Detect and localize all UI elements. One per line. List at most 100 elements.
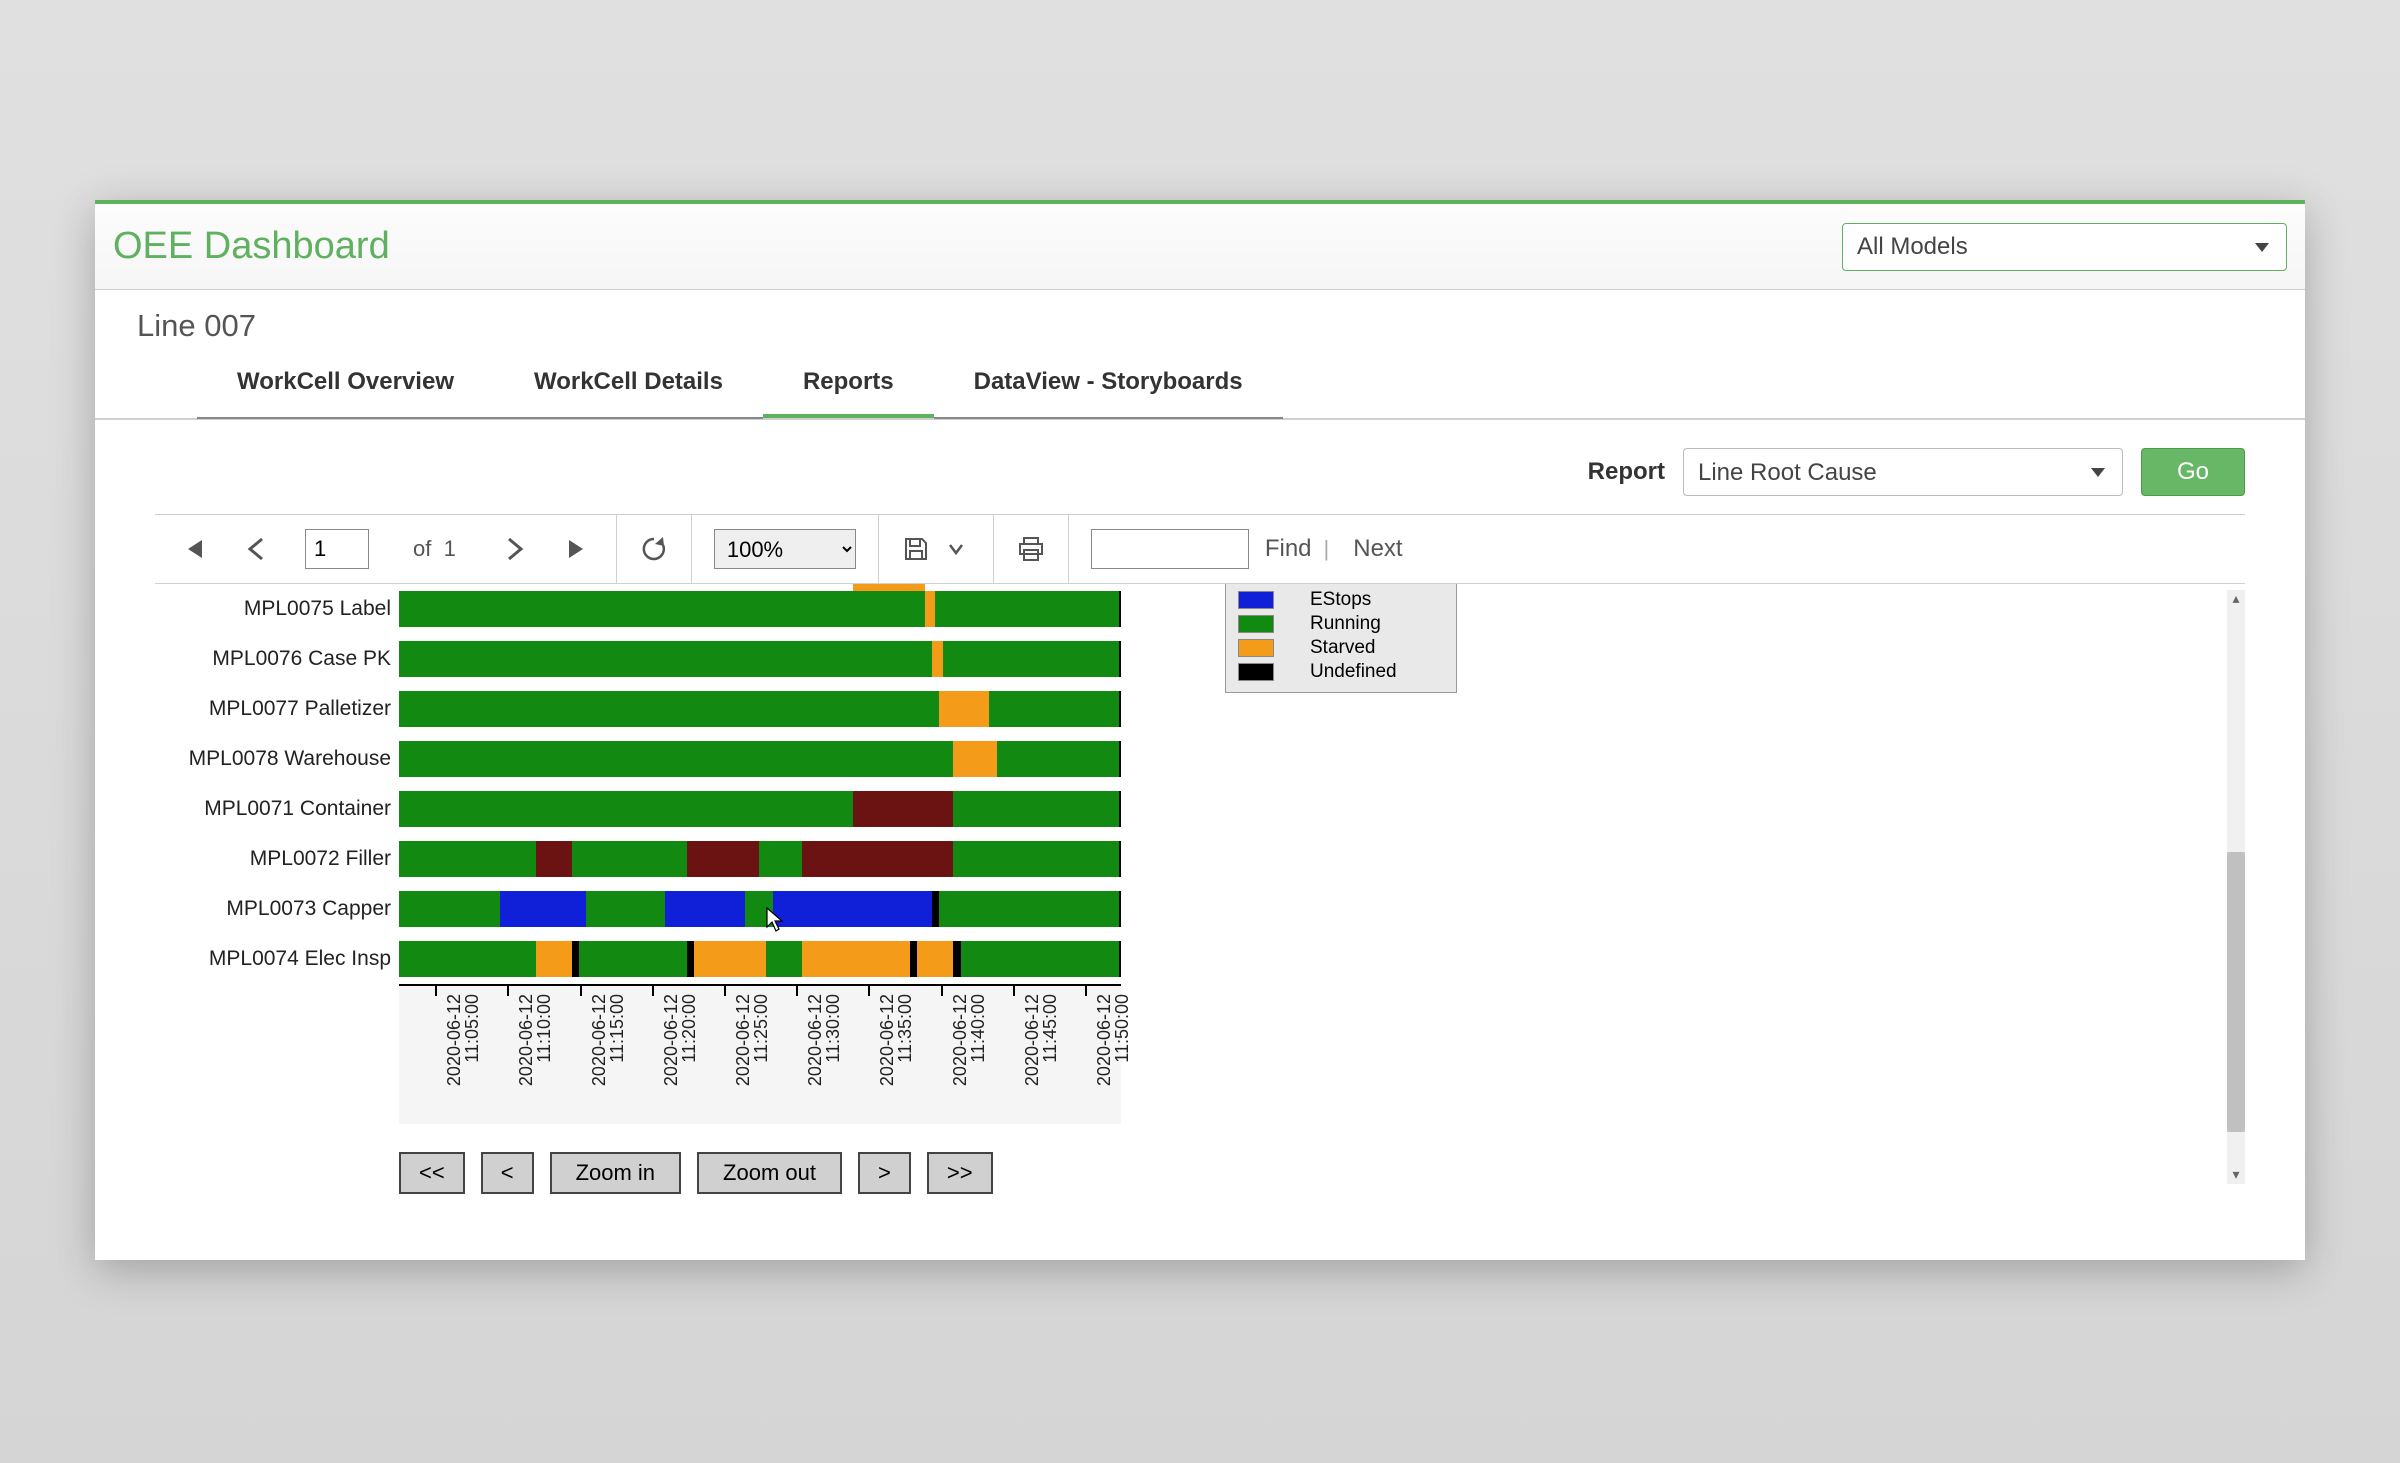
find-separator: | <box>1324 536 1330 562</box>
gantt-segment <box>572 941 579 977</box>
last-page-icon <box>567 537 591 561</box>
find-button[interactable]: Find <box>1265 535 1312 563</box>
tab-reports[interactable]: Reports <box>763 354 934 418</box>
gantt-row-bar <box>399 891 1121 927</box>
gantt-row: MPL0073 Capper <box>155 884 1155 934</box>
app-window: OEE Dashboard All Models Line 007 WorkCe… <box>95 200 2305 1260</box>
tab-workcell-overview[interactable]: WorkCell Overview <box>197 354 494 418</box>
gantt-segment <box>399 891 500 927</box>
gantt-segment <box>572 841 687 877</box>
gantt-segment <box>766 941 802 977</box>
gantt-segment <box>853 791 954 827</box>
gantt-segment <box>399 591 925 627</box>
report-label: Report <box>1588 458 1665 486</box>
find-next-button[interactable]: Next <box>1353 535 1402 563</box>
axis-tick-label: 2020-06-12 11:05:00 <box>445 994 481 1124</box>
report-toolbar: of 1 100% <box>155 514 2245 584</box>
axis-tick <box>580 986 582 996</box>
gantt-segment <box>932 641 943 677</box>
next-page-button[interactable] <box>500 534 530 564</box>
gantt-segment <box>917 941 953 977</box>
gantt-segment <box>802 941 910 977</box>
gantt-row-label: MPL0076 Case PK <box>155 647 399 671</box>
legend-item: Undefined <box>1234 660 1448 684</box>
scrollbar-up-button[interactable] <box>2227 590 2245 608</box>
axis-tick <box>941 986 943 996</box>
axis-tick <box>796 986 798 996</box>
save-group <box>879 515 994 583</box>
refresh-button[interactable] <box>639 534 669 564</box>
gantt-segment <box>399 741 953 777</box>
gantt-segment <box>910 941 917 977</box>
gantt-chart: MPL0075 LabelMPL0076 Case PKMPL0077 Pall… <box>155 584 1155 1124</box>
gantt-row-label: MPL0071 Container <box>155 797 399 821</box>
zoom-first-button[interactable]: << <box>399 1152 465 1194</box>
report-picker-row: Report Line Root Cause Go <box>95 420 2305 514</box>
gantt-segment <box>953 741 996 777</box>
legend-label: Undefined <box>1310 660 1397 684</box>
zoom-in-button[interactable]: Zoom in <box>550 1152 681 1194</box>
gantt-segment <box>953 841 1119 877</box>
save-button[interactable] <box>901 534 931 564</box>
zoom-select[interactable]: 100% <box>714 529 856 569</box>
gantt-row-bar <box>399 791 1121 827</box>
gantt-segment <box>536 941 572 977</box>
gantt-segment <box>399 791 853 827</box>
axis-tick <box>1085 986 1087 996</box>
legend-item: EStops <box>1234 588 1448 612</box>
axis-tick-label: 2020-06-12 11:20:00 <box>662 994 698 1124</box>
axis-tick-label: 2020-06-12 11:35:00 <box>878 994 914 1124</box>
zoom-last-button[interactable]: >> <box>927 1152 993 1194</box>
first-page-icon <box>180 537 204 561</box>
print-button[interactable] <box>1016 534 1046 564</box>
axis-tick <box>507 986 509 996</box>
gantt-segment <box>773 891 931 927</box>
gantt-row-bar <box>399 691 1121 727</box>
axis-tick-label: 2020-06-12 11:30:00 <box>806 994 842 1124</box>
gantt-row: MPL0077 Palletizer <box>155 684 1155 734</box>
go-button[interactable]: Go <box>2141 448 2245 496</box>
save-menu-button[interactable] <box>941 534 971 564</box>
gantt-row-bar <box>399 741 1121 777</box>
zoom-prev-button[interactable]: < <box>481 1152 534 1194</box>
zoom-out-button[interactable]: Zoom out <box>697 1152 842 1194</box>
gantt-segment <box>399 691 939 727</box>
gantt-row-label: MPL0078 Warehouse <box>155 747 399 771</box>
tab-dataview-storyboards[interactable]: DataView - Storyboards <box>934 354 1283 418</box>
gantt-row-bar <box>399 591 1121 627</box>
gantt-segment <box>745 891 774 927</box>
legend: EStopsRunningStarvedUndefined <box>1225 584 1457 693</box>
last-page-button[interactable] <box>564 534 594 564</box>
scrollbar-down-button[interactable] <box>2227 1166 2245 1184</box>
prev-page-button[interactable] <box>241 534 271 564</box>
vertical-scrollbar[interactable] <box>2227 590 2245 1184</box>
legend-label: Running <box>1310 612 1381 636</box>
gantt-row-label: MPL0072 Filler <box>155 847 399 871</box>
axis-tick <box>724 986 726 996</box>
legend-label: EStops <box>1310 588 1371 612</box>
find-input[interactable] <box>1091 529 1249 569</box>
scrollbar-thumb[interactable] <box>2227 852 2245 1132</box>
legend-swatch <box>1238 591 1274 609</box>
report-select[interactable]: Line Root Cause <box>1683 448 2123 496</box>
axis-tick-label: 2020-06-12 11:10:00 <box>517 994 553 1124</box>
gantt-row-label: MPL0073 Capper <box>155 897 399 921</box>
zoom-next-button[interactable]: > <box>858 1152 911 1194</box>
first-page-button[interactable] <box>177 534 207 564</box>
gantt-row: MPL0076 Case PK <box>155 634 1155 684</box>
pager-group: of 1 <box>155 515 617 583</box>
axis-tick <box>652 986 654 996</box>
page-input[interactable] <box>305 529 369 569</box>
gantt-segment <box>579 941 687 977</box>
gantt-segment <box>939 691 989 727</box>
gantt-segment <box>953 941 960 977</box>
tabs: WorkCell OverviewWorkCell DetailsReports… <box>197 354 1283 418</box>
gantt-segment <box>399 841 536 877</box>
report-body: MPL0075 LabelMPL0076 Case PKMPL0077 Pall… <box>155 584 2245 1194</box>
gantt-segment <box>932 891 939 927</box>
gantt-row-bar <box>399 841 1121 877</box>
tab-bar: WorkCell OverviewWorkCell DetailsReports… <box>95 354 2305 420</box>
chevron-left-icon <box>247 537 265 561</box>
model-select[interactable]: All Models <box>1842 223 2287 271</box>
tab-workcell-details[interactable]: WorkCell Details <box>494 354 763 418</box>
